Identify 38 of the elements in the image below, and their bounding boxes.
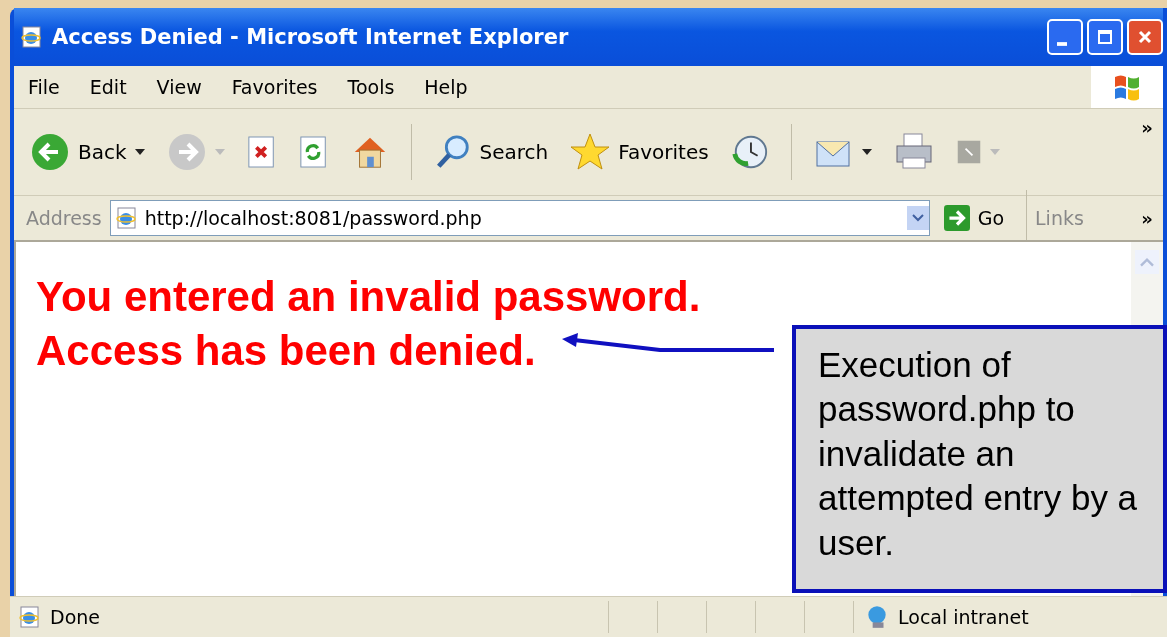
- window-title: Access Denied - Microsoft Internet Explorer: [52, 25, 570, 49]
- links-overflow-chevron[interactable]: »: [1141, 207, 1163, 229]
- maximize-button[interactable]: [1087, 19, 1123, 55]
- page-icon: [18, 605, 42, 629]
- menu-item[interactable]: Tools: [347, 76, 395, 98]
- refresh-icon[interactable]: [298, 135, 329, 169]
- error-message: You entered an invalid password.: [36, 272, 701, 322]
- go-button[interactable]: Go: [937, 205, 1019, 231]
- dropdown-caret-icon[interactable]: [861, 149, 872, 155]
- zone-text: Local intranet: [898, 606, 1029, 628]
- menu-item[interactable]: View: [156, 76, 202, 98]
- minimize-button[interactable]: [1047, 19, 1083, 55]
- menu-item[interactable]: File: [28, 76, 60, 98]
- windows-flag-icon: [1091, 66, 1163, 108]
- page-icon: [20, 25, 44, 49]
- address-field[interactable]: http://localhost:8081/password.php: [109, 200, 930, 236]
- edit-icon[interactable]: [955, 139, 982, 165]
- status-text: Done: [50, 606, 100, 628]
- scroll-up-button[interactable]: [1135, 250, 1159, 274]
- callout-note: Execution of password.php to invalidate an attempted entry by a user.: [792, 325, 1167, 593]
- toolbar-label[interactable]: Search: [479, 140, 549, 164]
- menu-item[interactable]: Edit: [89, 76, 127, 98]
- page-icon: [114, 206, 139, 230]
- address-label: Address: [26, 207, 102, 229]
- star-icon[interactable]: [570, 132, 611, 172]
- menu-item[interactable]: Help: [424, 76, 468, 98]
- close-button[interactable]: [1127, 19, 1163, 55]
- toolbar-overflow-chevron[interactable]: »: [1141, 117, 1163, 138]
- history-clock-icon[interactable]: [730, 133, 769, 171]
- dropdown-caret-icon[interactable]: [134, 149, 145, 155]
- maximize-icon: [1095, 27, 1115, 47]
- stop-icon[interactable]: [246, 135, 277, 169]
- toolbar-label[interactable]: Back: [78, 140, 127, 164]
- minimize-icon: [1057, 42, 1067, 46]
- menu-item[interactable]: Favorites: [231, 76, 318, 98]
- toolbar-label[interactable]: Favorites: [618, 140, 709, 164]
- printer-icon[interactable]: [893, 132, 934, 172]
- error-message: Access has been denied.: [36, 325, 536, 376]
